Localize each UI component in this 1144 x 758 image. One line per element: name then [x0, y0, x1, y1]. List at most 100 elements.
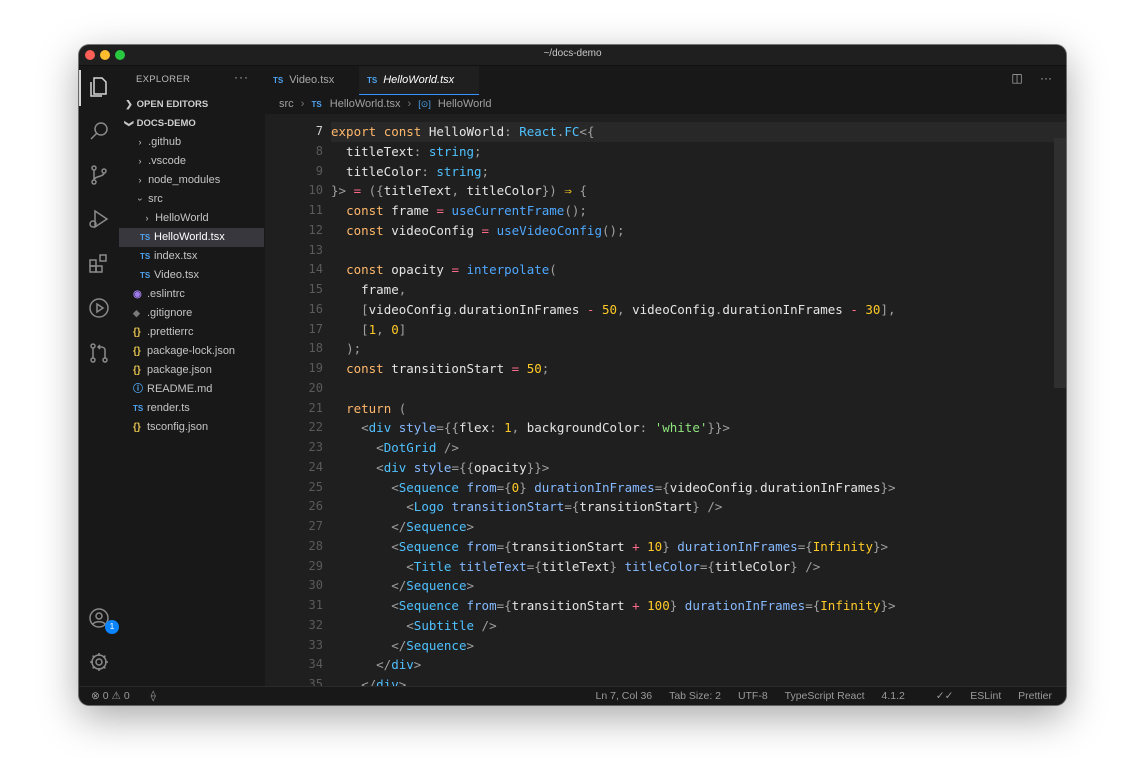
- settings-gear-icon[interactable]: [87, 650, 111, 674]
- encoding[interactable]: UTF-8: [738, 690, 768, 702]
- tab-helloworld-tsx[interactable]: TS HelloWorld.tsx: [359, 66, 479, 95]
- line-number: 16: [308, 301, 323, 316]
- source-control-icon[interactable]: [87, 163, 111, 187]
- play-icon[interactable]: [87, 296, 111, 320]
- line-number: 35: [308, 677, 323, 686]
- explorer-title: EXPLORER: [136, 74, 191, 85]
- typescript-icon: TS: [140, 271, 151, 280]
- tree-label: src: [148, 193, 163, 205]
- code-line: titleText: string;: [331, 143, 482, 159]
- status-bar: ⊗ 0 ⚠ 0 ⟠ Ln 7, Col 36 Tab Size: 2 UTF-8…: [79, 686, 1066, 705]
- code-line: <Logo transitionStart={transitionStart} …: [406, 499, 723, 515]
- tree-file-prettierrc[interactable]: {} .prettierrc: [119, 323, 265, 342]
- extensions-icon[interactable]: [87, 251, 111, 275]
- line-number: 26: [308, 499, 323, 514]
- chevron-down-icon: ›: [135, 198, 146, 201]
- tree-file-helloworld-tsx[interactable]: TS HelloWorld.tsx: [119, 228, 264, 247]
- code-line: const transitionStart = 50;: [346, 361, 550, 376]
- active-indicator: [79, 70, 81, 106]
- code-line: <div style={{opacity}}>: [376, 459, 550, 475]
- search-icon[interactable]: [87, 119, 111, 143]
- open-editors-section[interactable]: ❯ OPEN EDITORS: [119, 95, 270, 114]
- typescript-icon: TS: [133, 404, 144, 413]
- code-content[interactable]: export const HelloWorld: React.FC<{ titl…: [331, 122, 896, 686]
- tree-label: Video.tsx: [154, 269, 200, 281]
- tab-size[interactable]: Tab Size: 2: [669, 690, 721, 702]
- tree-file-video-tsx[interactable]: TS Video.tsx: [119, 266, 265, 285]
- tree-label: .vscode: [148, 155, 186, 167]
- project-label: DOCS-DEMO: [136, 118, 196, 129]
- more-actions-icon[interactable]: ···: [1040, 71, 1052, 85]
- project-section[interactable]: ❯ DOCS-DEMO: [119, 114, 270, 133]
- line-number: 21: [308, 400, 323, 415]
- run-debug-icon[interactable]: [87, 207, 111, 231]
- tab-video-tsx[interactable]: TS Video.tsx: [265, 66, 365, 94]
- typescript-icon: TS: [367, 76, 378, 85]
- pull-request-icon[interactable]: [87, 341, 111, 365]
- tree-folder-src[interactable]: › src: [119, 190, 281, 209]
- prettier-status[interactable]: Prettier: [1018, 690, 1052, 702]
- tree-folder-node-modules[interactable]: › node_modules: [119, 171, 281, 190]
- tree-label: .prettierrc: [147, 326, 194, 338]
- language-mode[interactable]: TypeScript React: [785, 690, 865, 702]
- error-icon: ⊗: [91, 690, 100, 702]
- typescript-icon: TS: [273, 76, 284, 85]
- warning-count: 0: [123, 690, 130, 702]
- code-line: </Sequence>: [391, 637, 475, 653]
- chevron-right-icon: ›: [300, 98, 305, 110]
- error-count: 0: [102, 690, 109, 702]
- chevron-right-icon: ›: [407, 98, 412, 110]
- code-line: export const HelloWorld: React.FC<{: [331, 124, 595, 139]
- tree-label: tsconfig.json: [147, 421, 209, 433]
- code-editor[interactable]: 7 8 9 10 11 12 13 14 15 16 17 18 19 20 21 22 23 24 25 26 27 2…: [265, 114, 1066, 686]
- status-problems[interactable]: ⊗ 0 ⚠ 0 ⟠: [91, 687, 156, 705]
- code-line: </Sequence>: [391, 578, 475, 594]
- breadcrumb-file[interactable]: HelloWorld.tsx: [330, 98, 401, 110]
- account-icon[interactable]: 1: [87, 606, 119, 634]
- account-badge: 1: [105, 620, 119, 634]
- line-number: 12: [308, 222, 323, 237]
- tree-file-index-tsx[interactable]: TS index.tsx: [119, 247, 265, 266]
- tab-label: HelloWorld.tsx: [383, 74, 455, 86]
- tree-folder-github[interactable]: › .github: [119, 133, 281, 152]
- files-icon[interactable]: [87, 75, 111, 99]
- tree-file-package-json[interactable]: {} package.json: [119, 361, 265, 380]
- tree-file-eslintrc[interactable]: ◉ .eslintrc: [119, 285, 265, 304]
- breadcrumb-src[interactable]: src: [279, 98, 294, 110]
- split-editor-icon[interactable]: ◫: [1011, 71, 1022, 85]
- line-number: 29: [308, 558, 323, 573]
- eslint-status[interactable]: ✓✓ ESLint: [922, 690, 1001, 702]
- typescript-icon: TS: [311, 100, 322, 109]
- code-line: <div style={{flex: 1, backgroundColor: '…: [361, 420, 730, 436]
- line-number: 25: [308, 479, 323, 494]
- symbol-icon: [⊙]: [418, 99, 431, 109]
- line-number: 32: [308, 617, 323, 632]
- tree-folder-helloworld[interactable]: › HelloWorld: [119, 209, 288, 228]
- tree-file-tsconfig[interactable]: {} tsconfig.json: [119, 418, 265, 437]
- line-number: 30: [308, 578, 323, 593]
- line-number: 24: [308, 459, 323, 474]
- activity-bar: 1: [79, 66, 119, 686]
- code-line: <Title titleText={titleText} titleColor=…: [406, 558, 821, 574]
- code-line: <DotGrid />: [376, 440, 459, 455]
- line-number: 28: [308, 538, 323, 553]
- json-icon: {}: [133, 327, 141, 338]
- line-number: 23: [308, 440, 323, 454]
- explorer-more-icon[interactable]: ···: [234, 70, 249, 84]
- eslint-icon: ◉: [133, 289, 142, 300]
- breadcrumb-symbol[interactable]: HelloWorld: [438, 98, 492, 110]
- tree-file-render-ts[interactable]: TS render.ts: [119, 399, 265, 418]
- cursor-position[interactable]: Ln 7, Col 36: [596, 690, 653, 702]
- line-number-gutter: 7 8 9 10 11 12 13 14 15 16 17 18 19 20 21 22 23 24 25 26 27 2…: [265, 122, 323, 686]
- editor-scrollbar[interactable]: [1054, 138, 1066, 388]
- line-number: 33: [308, 637, 323, 652]
- tree-file-gitignore[interactable]: ◆ .gitignore: [119, 304, 265, 323]
- ts-version[interactable]: 4.1.2: [881, 690, 904, 702]
- live-share-icon[interactable]: ⟠: [151, 690, 156, 702]
- tree-file-readme[interactable]: ⓘ README.md: [119, 380, 265, 399]
- code-line: <Sequence from={transitionStart + 10} du…: [391, 538, 889, 554]
- line-number: 9: [315, 163, 323, 178]
- tree-folder-vscode[interactable]: › .vscode: [119, 152, 281, 171]
- tree-file-package-lock[interactable]: {} package-lock.json: [119, 342, 265, 361]
